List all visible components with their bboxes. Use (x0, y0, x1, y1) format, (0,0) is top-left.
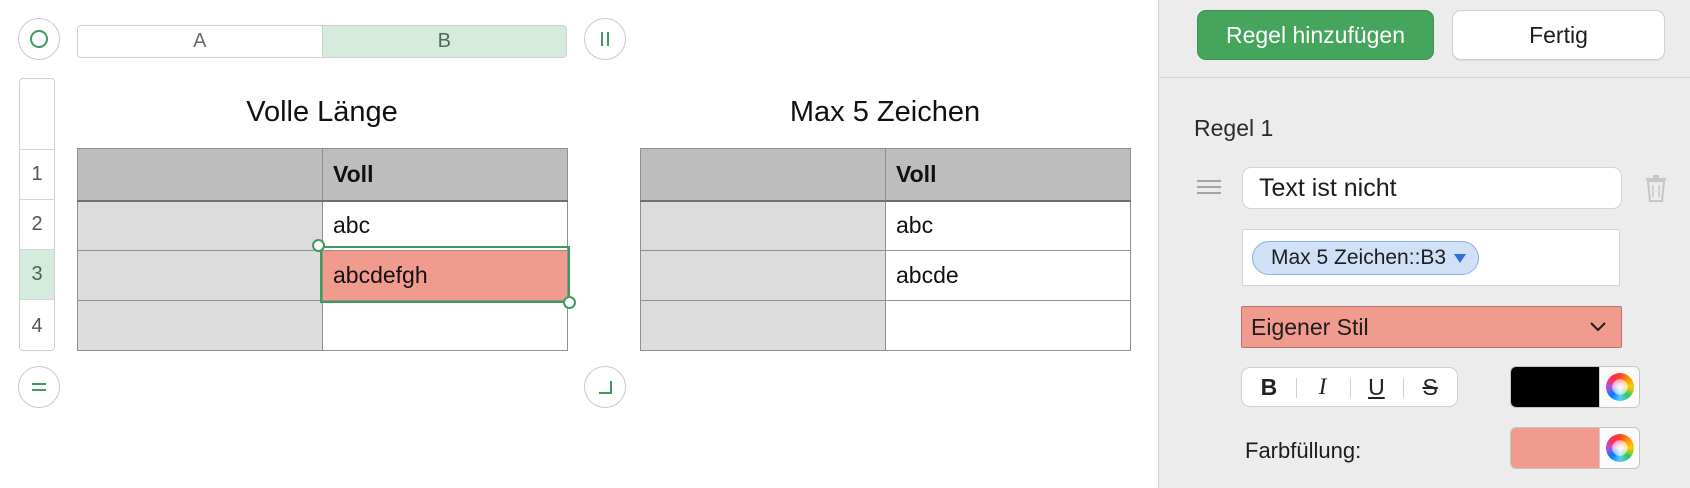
dropdown-triangle-icon (1454, 254, 1467, 263)
text-color-wheel-button[interactable] (1599, 367, 1639, 407)
table-cell[interactable] (640, 148, 886, 202)
table-header-row: Voll (77, 148, 568, 202)
table-cell[interactable] (77, 148, 323, 202)
strikethrough-button[interactable]: S (1403, 368, 1457, 406)
selection-handle-top-left[interactable] (312, 239, 325, 252)
corner-icon (599, 381, 612, 394)
table-header-row: Voll (640, 148, 1131, 202)
trash-icon[interactable] (1643, 173, 1669, 203)
row-header-4[interactable]: 4 (20, 299, 54, 350)
row-handle-icon (32, 383, 46, 391)
cell-reference-label: Max 5 Zeichen::B3 (1271, 246, 1447, 269)
table-cell[interactable]: abc (885, 200, 1131, 251)
add-rule-button[interactable]: Regel hinzufügen (1197, 10, 1434, 60)
resize-table-handle[interactable] (584, 366, 626, 408)
table-row: abcde (640, 250, 1131, 301)
fill-label: Farbfüllung: (1245, 438, 1362, 463)
table-cell[interactable] (640, 300, 886, 351)
color-wheel-icon (1605, 373, 1634, 401)
spreadsheet-canvas: A B 1 2 3 4 Volle Länge Voll abc abcdefg… (0, 0, 1158, 488)
add-row-handle[interactable] (18, 366, 60, 408)
text-format-buttons: B I U S (1241, 367, 1458, 407)
table-cell[interactable] (640, 200, 886, 251)
done-button[interactable]: Fertig (1452, 10, 1665, 60)
fill-color-wheel-button[interactable] (1599, 428, 1639, 468)
rule-title: Regel 1 (1194, 115, 1274, 141)
table-cell[interactable] (77, 300, 323, 351)
column-handle-icon (601, 32, 609, 46)
table-row: abc (640, 200, 1131, 251)
underline-button[interactable]: U (1349, 368, 1404, 406)
table-cell[interactable] (77, 250, 323, 301)
table-cell[interactable]: abcde (885, 250, 1131, 301)
row-header-2[interactable]: 2 (20, 199, 54, 249)
selection-handle-bottom-right[interactable] (563, 296, 576, 309)
table-row (640, 300, 1131, 351)
select-table-button[interactable] (18, 18, 60, 60)
table-cell[interactable] (77, 200, 323, 251)
table-cell[interactable]: Voll (322, 148, 568, 202)
column-header-b[interactable]: B (321, 26, 566, 57)
add-column-handle[interactable] (584, 18, 626, 60)
table-cell[interactable] (640, 250, 886, 301)
table-cell[interactable] (322, 300, 568, 351)
circle-icon (30, 30, 48, 48)
bold-button[interactable]: B (1242, 368, 1296, 406)
chevron-down-icon (1590, 322, 1606, 332)
row-header-bar: 1 2 3 4 (19, 78, 55, 351)
table-cell[interactable] (885, 300, 1131, 351)
style-select[interactable]: Eigener Stil (1241, 306, 1622, 348)
text-color-swatch[interactable] (1511, 367, 1599, 407)
style-select-label: Eigener Stil (1251, 313, 1369, 340)
fill-color-well[interactable] (1510, 427, 1640, 469)
table-row: abcdefgh (77, 250, 568, 301)
column-header-bar: A B (77, 25, 567, 58)
table-cell[interactable]: abc (322, 200, 568, 251)
reference-field[interactable]: Max 5 Zeichen::B3 (1242, 229, 1620, 286)
conditional-highlighting-panel: Regel hinzufügen Fertig Regel 1 Text ist… (1158, 0, 1690, 488)
rule-condition-select[interactable]: Text ist nicht (1242, 167, 1622, 209)
table-max-5-zeichen: Voll abc abcde (640, 148, 1131, 351)
fill-color-swatch[interactable] (1511, 428, 1599, 468)
table-row (77, 300, 568, 351)
row-header-3[interactable]: 3 (20, 249, 54, 299)
column-header-a[interactable]: A (78, 26, 322, 57)
color-wheel-icon (1605, 434, 1634, 462)
panel-toolbar: Regel hinzufügen Fertig (1159, 0, 1690, 78)
drag-handle-icon[interactable] (1197, 180, 1221, 196)
text-color-well[interactable] (1510, 366, 1640, 408)
row-header-1[interactable]: 1 (20, 149, 54, 199)
table-cell[interactable]: Voll (885, 148, 1131, 202)
table-title-max-5-zeichen: Max 5 Zeichen (789, 96, 981, 128)
table-title-volle-laenge: Volle Länge (246, 96, 398, 128)
cell-reference-token[interactable]: Max 5 Zeichen::B3 (1252, 241, 1480, 275)
selected-cell-b3[interactable]: abcdefgh (322, 250, 568, 301)
italic-button[interactable]: I (1295, 368, 1350, 406)
